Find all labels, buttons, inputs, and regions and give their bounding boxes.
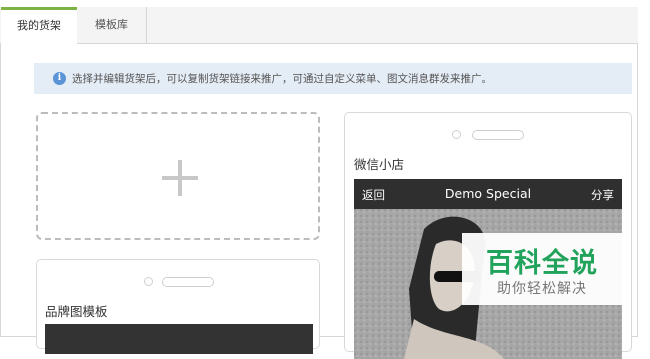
nav-share-link[interactable]: 分享 <box>591 187 614 203</box>
template-header-bar <box>45 324 313 354</box>
tab-my-shelves[interactable]: 我的货架 <box>1 7 77 44</box>
info-notice: i 选择并编辑货架后，可以复制货架链接来推广，可通过自定义菜单、图文消息群发来推… <box>34 63 632 94</box>
card-title: 品牌图模板 <box>45 304 108 319</box>
nav-title: Demo Special <box>444 186 532 201</box>
info-icon: i <box>53 72 66 85</box>
add-shelf-card[interactable] <box>36 112 320 240</box>
watermark-slogan: 助你轻松解决 <box>497 281 587 297</box>
brand-template-card[interactable]: 品牌图模板 <box>36 259 320 354</box>
wechat-store-card[interactable]: 微信小店 返回 Demo Special 分享 <box>344 112 632 359</box>
phone-nav-bar: 返回 Demo Special 分享 <box>354 179 622 209</box>
phone-camera-dot <box>452 130 461 139</box>
watermark-brand: 百科全说 <box>486 248 598 279</box>
phone-speaker-bar <box>472 130 524 140</box>
phone-camera-dot <box>144 277 153 286</box>
tab-bar: 我的货架 模板库 <box>0 7 638 44</box>
phone-speaker-bar <box>162 277 214 287</box>
plus-icon <box>162 160 198 196</box>
watermark-logo: 百科全说 助你轻松解决 <box>462 233 622 305</box>
card-title: 微信小店 <box>354 157 405 172</box>
notice-text: 选择并编辑货架后，可以复制货架链接来推广，可通过自定义菜单、图文消息群发来推广。 <box>72 73 492 85</box>
tab-template-library[interactable]: 模板库 <box>77 7 147 44</box>
